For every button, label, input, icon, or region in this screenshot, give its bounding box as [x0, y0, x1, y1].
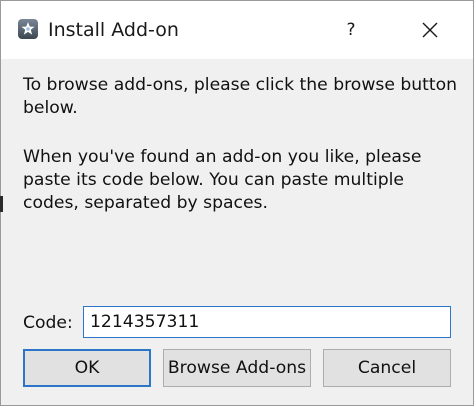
cancel-button[interactable]: Cancel	[323, 349, 451, 387]
code-label: Code:	[23, 313, 73, 333]
close-icon[interactable]	[413, 13, 447, 47]
background-window-edge	[0, 196, 3, 212]
browse-instructions: To browse add-ons, please click the brow…	[23, 75, 458, 118]
install-addon-dialog: Install Add-on ? To browse add-ons, plea…	[0, 0, 474, 406]
title-bar: Install Add-on ?	[1, 1, 473, 59]
anki-star-icon	[17, 18, 39, 40]
paste-instructions: When you've found an add-on you like, pl…	[23, 147, 422, 213]
window-title: Install Add-on	[48, 19, 179, 41]
help-button[interactable]: ?	[334, 13, 368, 47]
ok-button[interactable]: OK	[23, 349, 151, 387]
code-input[interactable]	[83, 306, 451, 338]
browse-addons-button[interactable]: Browse Add-ons	[163, 349, 311, 387]
